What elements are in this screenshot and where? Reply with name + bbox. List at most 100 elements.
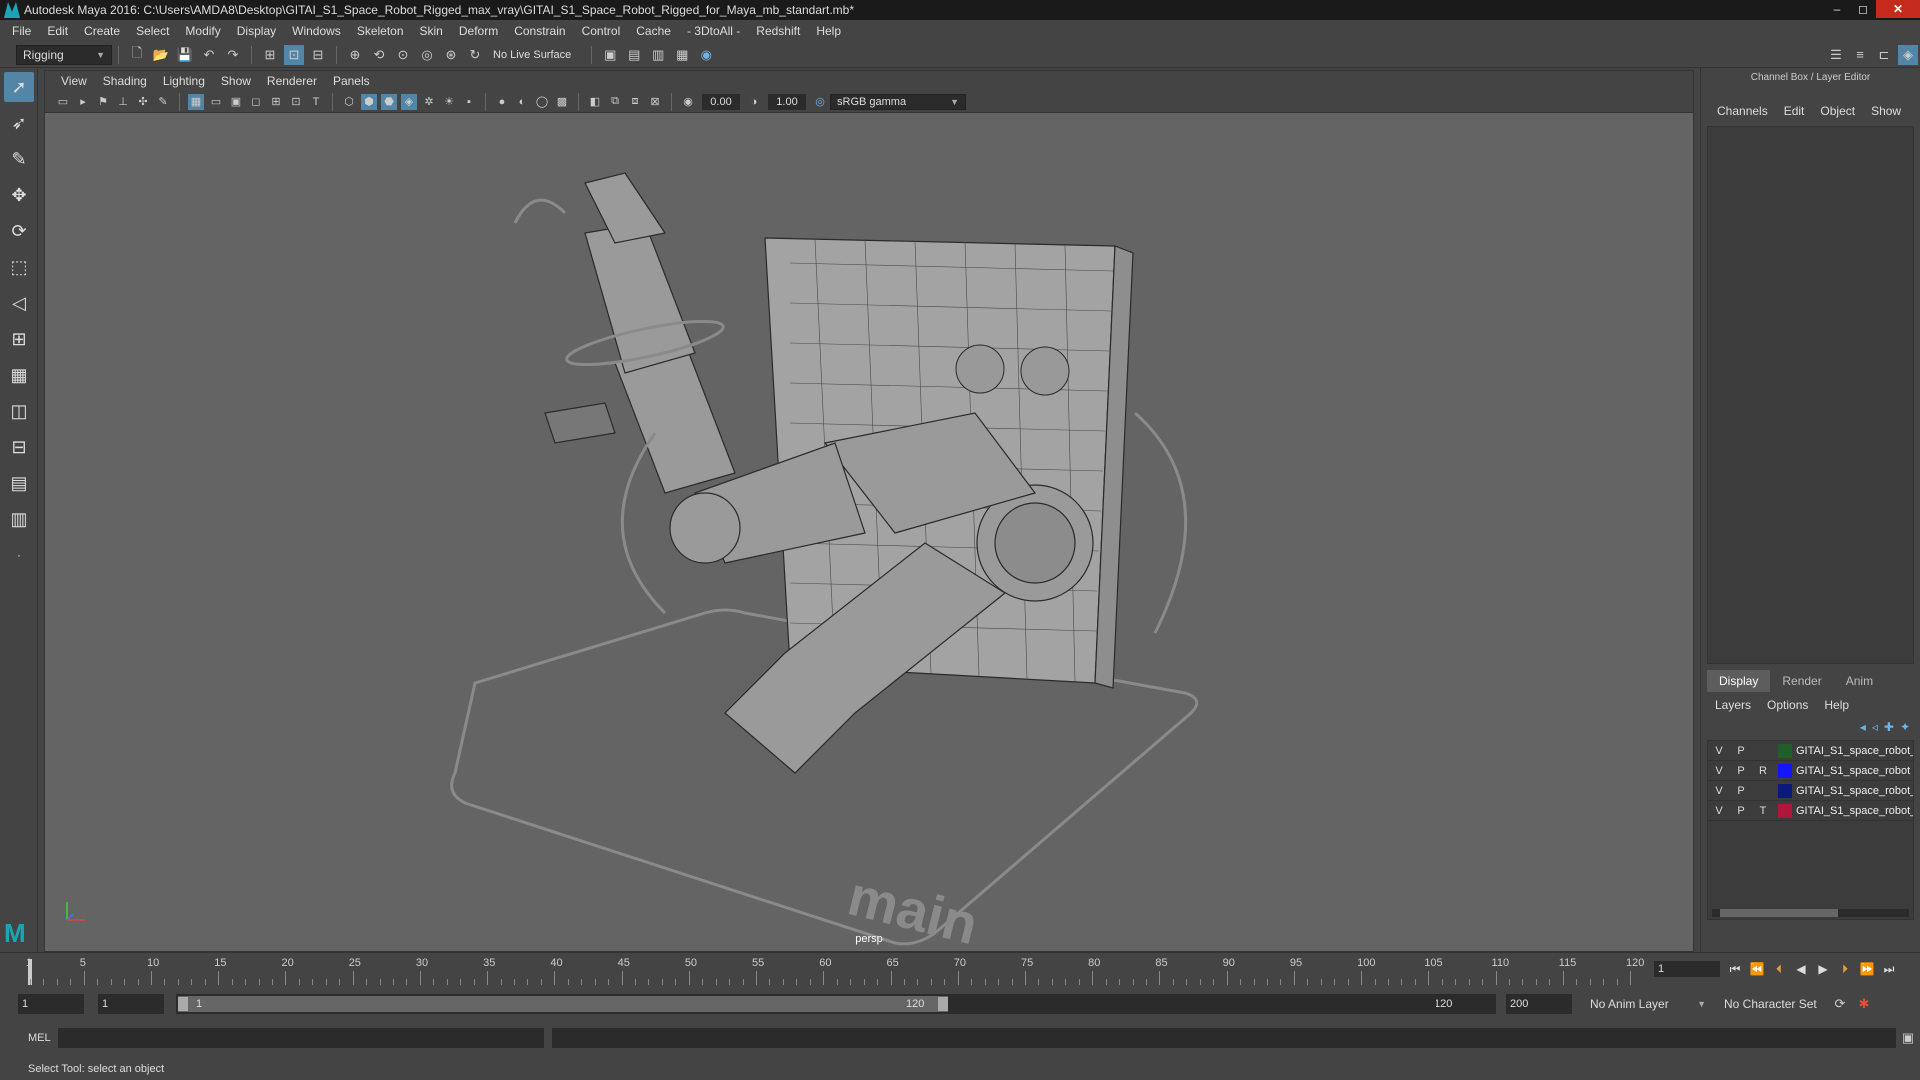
menu-cache[interactable]: Cache [628, 24, 679, 38]
layer-playback-toggle[interactable]: P [1730, 805, 1752, 817]
step-forward-frame-icon[interactable]: ⏵ [1834, 962, 1856, 977]
layer-color-swatch[interactable] [1778, 763, 1792, 778]
go-to-end-icon[interactable]: ⏭ [1878, 962, 1900, 977]
new-layer-from-selection-icon[interactable]: ✦ [1900, 720, 1910, 734]
play-forward-icon[interactable]: ▶ [1812, 962, 1834, 976]
layer-display-type-toggle[interactable]: R [1752, 765, 1774, 777]
make-live-icon[interactable]: ↻ [465, 45, 485, 65]
layer-name[interactable]: GITAI_S1_space_robot_ [1796, 785, 1913, 797]
undo-icon[interactable]: ↶ [199, 45, 219, 65]
image-plane-icon[interactable]: ⊥ [115, 94, 131, 110]
save-scene-icon[interactable]: 💾 [175, 45, 195, 65]
maximize-button[interactable]: ◻ [1850, 0, 1876, 18]
ipr-render-icon[interactable]: ▤ [624, 45, 644, 65]
layer-color-swatch[interactable] [1778, 803, 1792, 818]
command-language-label[interactable]: MEL [0, 1032, 58, 1044]
tab-render[interactable]: Render [1770, 670, 1833, 692]
select-hierarchy-icon[interactable]: ⊞ [260, 45, 280, 65]
menu-constrain[interactable]: Constrain [506, 24, 573, 38]
camera-attributes-icon[interactable]: ▸ [75, 94, 91, 110]
cb-menu-show[interactable]: Show [1863, 104, 1909, 118]
menu-skin[interactable]: Skin [412, 24, 451, 38]
tool-settings-icon[interactable]: ⊏ [1874, 45, 1894, 65]
scale-tool-icon[interactable]: ⬚ [4, 252, 34, 282]
screen-space-ao-icon[interactable]: ▪ [461, 94, 477, 110]
layout-four-view-icon[interactable]: ▦ [4, 360, 34, 390]
layer-playback-toggle[interactable]: P [1730, 785, 1752, 797]
menu-deform[interactable]: Deform [451, 24, 506, 38]
layer-color-swatch[interactable] [1778, 783, 1792, 798]
gate-mask-icon[interactable]: ◻ [248, 94, 264, 110]
menu-redshift[interactable]: Redshift [748, 24, 808, 38]
panel-menu-shading[interactable]: Shading [95, 74, 155, 88]
range-slider-bar[interactable] [178, 996, 948, 1012]
xray-active-icon[interactable]: ⧈ [627, 94, 643, 110]
render-frame-icon[interactable]: ▣ [600, 45, 620, 65]
layout-stacked-icon[interactable]: ⊟ [4, 432, 34, 462]
layer-row[interactable]: V P GITAI_S1_space_robot_ [1708, 741, 1913, 761]
select-tool-icon[interactable]: ➚ [4, 72, 34, 102]
snap-live-icon[interactable]: ⊛ [441, 45, 461, 65]
range-end-handle[interactable] [938, 997, 948, 1011]
film-gate-icon[interactable]: ▭ [208, 94, 224, 110]
collapse-icon[interactable]: · [4, 540, 34, 570]
resolution-gate-icon[interactable]: ▣ [228, 94, 244, 110]
3d-viewport[interactable]: main persp [45, 113, 1693, 951]
gamma-field[interactable]: 1.00 [768, 93, 806, 110]
camera-icon[interactable]: ▭ [55, 94, 71, 110]
menu-help[interactable]: Help [808, 24, 849, 38]
layer-display-type-toggle[interactable]: T [1752, 805, 1774, 817]
layer-visibility-toggle[interactable]: V [1708, 745, 1730, 757]
render-view-icon[interactable]: ◉ [696, 45, 716, 65]
safe-title-icon[interactable]: T [308, 94, 324, 110]
start-frame-field[interactable]: 1 [18, 994, 84, 1014]
menuset-dropdown[interactable]: Rigging ▼ [16, 44, 112, 65]
layer-name[interactable]: GITAI_S1_space_robot_ [1796, 805, 1913, 817]
snap-curve-icon[interactable]: ⟲ [369, 45, 389, 65]
range-start-handle[interactable] [178, 997, 188, 1011]
layers-menu-layers[interactable]: Layers [1707, 698, 1759, 712]
minimize-button[interactable]: – [1824, 0, 1850, 18]
menu-edit[interactable]: Edit [39, 24, 76, 38]
cb-menu-channels[interactable]: Channels [1709, 104, 1776, 118]
playback-start-field[interactable]: 1 [98, 994, 164, 1014]
move-layer-down-icon[interactable]: ◃ [1872, 720, 1878, 734]
multisample-aa-icon[interactable]: ◐ [514, 94, 530, 110]
channels-list[interactable] [1707, 126, 1914, 664]
move-layer-up-icon[interactable]: ◂ [1860, 720, 1866, 734]
new-layer-icon[interactable]: ✚ [1884, 720, 1894, 734]
wireframe-on-shaded-icon[interactable]: ⬣ [381, 93, 397, 110]
close-button[interactable]: ✕ [1876, 0, 1920, 18]
isolate-select-icon[interactable]: ◧ [587, 94, 603, 110]
xray-joints-icon[interactable]: ⧉ [607, 94, 623, 110]
color-management-icon[interactable]: ◎ [812, 94, 828, 110]
backface-icon[interactable]: ⊠ [647, 94, 663, 110]
layout-graph-icon[interactable]: ▥ [4, 504, 34, 534]
colorspace-dropdown[interactable]: sRGB gamma ▼ [830, 93, 966, 110]
tab-anim[interactable]: Anim [1834, 670, 1885, 692]
grid-icon[interactable]: ▦ [188, 93, 204, 110]
panel-menu-view[interactable]: View [53, 74, 95, 88]
end-frame-field[interactable]: 200 [1506, 994, 1572, 1014]
smooth-shade-icon[interactable]: ⬢ [361, 93, 377, 110]
last-tool-icon[interactable]: ◁ [4, 288, 34, 318]
layer-name[interactable]: GITAI_S1_space_robot [1796, 765, 1913, 777]
snap-grid-icon[interactable]: ⊕ [345, 45, 365, 65]
scrollbar-thumb[interactable] [1719, 909, 1839, 917]
layout-outliner-icon[interactable]: ▤ [4, 468, 34, 498]
script-editor-icon[interactable]: ▣ [1898, 1028, 1918, 1048]
menu-display[interactable]: Display [229, 24, 284, 38]
layer-visibility-toggle[interactable]: V [1708, 785, 1730, 797]
new-scene-icon[interactable]: 🗋 [127, 45, 147, 65]
live-surface-label[interactable]: No Live Surface [493, 49, 571, 61]
channel-box-toggle-icon[interactable]: ◈ [1898, 44, 1918, 65]
anim-layer-dropdown[interactable]: No Anim Layer ▼ [1584, 994, 1712, 1014]
paint-select-tool-icon[interactable]: ✎ [4, 144, 34, 174]
grease-pencil-icon[interactable]: ✎ [155, 94, 171, 110]
quad-draw-icon[interactable]: ⊞ [4, 324, 34, 354]
layout-side-by-side-icon[interactable]: ◫ [4, 396, 34, 426]
playback-end-field[interactable]: 120 [1430, 994, 1496, 1014]
layer-playback-toggle[interactable]: P [1730, 765, 1752, 777]
select-object-icon[interactable]: ⊡ [284, 44, 304, 65]
wireframe-icon[interactable]: ⬡ [341, 94, 357, 110]
